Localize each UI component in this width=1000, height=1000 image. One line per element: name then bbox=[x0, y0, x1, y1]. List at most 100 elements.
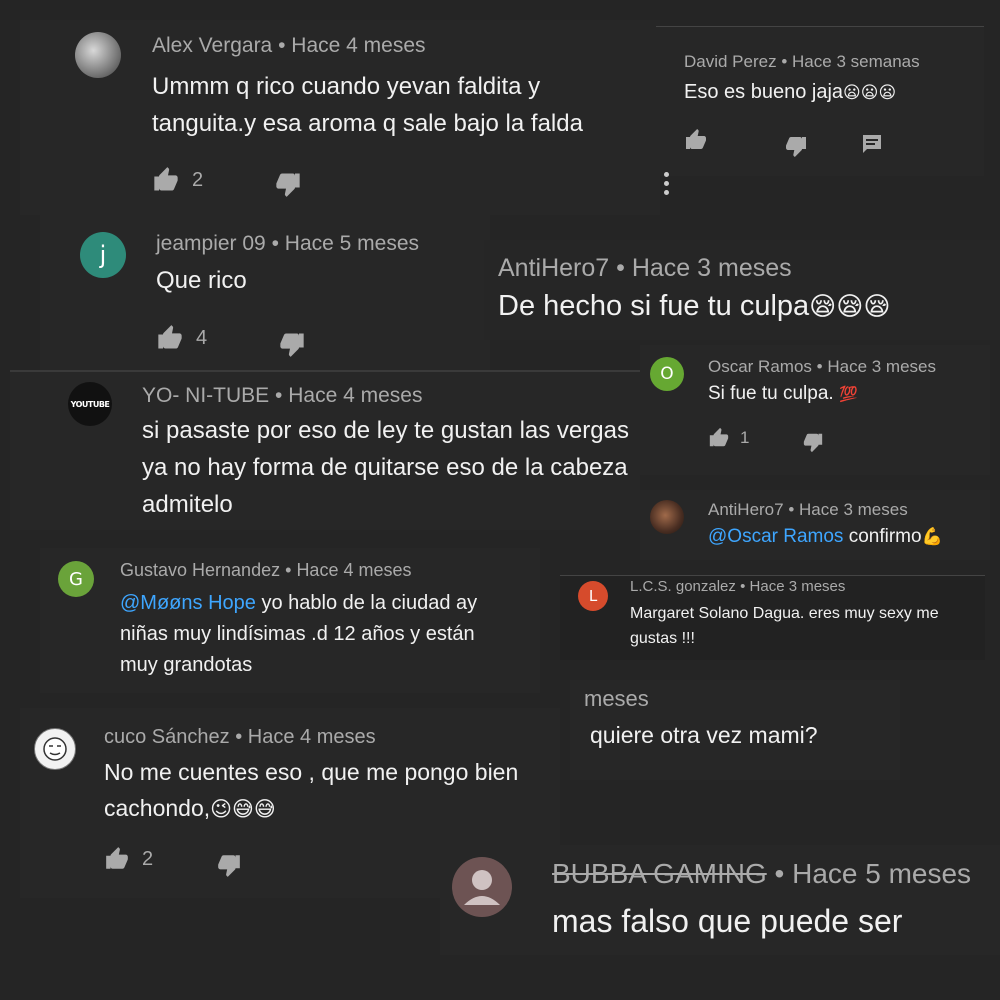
emoji: 😉😅😅 bbox=[210, 798, 276, 821]
avatar[interactable] bbox=[650, 500, 684, 534]
divider bbox=[10, 370, 640, 372]
timestamp: Hace 5 meses bbox=[792, 858, 972, 889]
comment-meta: AntiHero7 • Hace 3 meses bbox=[498, 254, 792, 283]
comment-meta: BUBBA GAMING • Hace 5 meses bbox=[552, 858, 971, 890]
comment-text: si pasaste por eso de ley te gustan las … bbox=[142, 417, 629, 518]
separator-dot: • bbox=[275, 384, 283, 407]
author-name[interactable]: cuco Sánchez bbox=[104, 726, 230, 748]
comment-card: j jeampier 09 • Hace 5 meses Que rico 4 bbox=[40, 212, 490, 372]
reply-button[interactable] bbox=[860, 132, 884, 156]
timestamp: Hace 4 meses bbox=[291, 34, 426, 57]
mention-link[interactable]: @Møøns Hope bbox=[120, 592, 256, 614]
person-avatar-icon bbox=[464, 870, 500, 905]
avatar[interactable]: O bbox=[650, 357, 684, 391]
author-name[interactable]: L.C.S. gonzalez bbox=[630, 578, 736, 595]
comment-text: @Oscar Ramos confirmo💪 bbox=[708, 526, 943, 547]
comment-card: BUBBA GAMING • Hace 5 meses mas falso qu… bbox=[440, 845, 1000, 955]
separator-dot: • bbox=[235, 726, 243, 748]
author-name[interactable]: Oscar Ramos bbox=[708, 357, 812, 376]
like-count: 2 bbox=[192, 168, 204, 191]
separator-dot: • bbox=[285, 560, 292, 580]
timestamp: Hace 3 meses bbox=[631, 254, 792, 282]
comment-text: Ummm q rico cuando yevan faldita y tangu… bbox=[152, 73, 583, 137]
dislike-button[interactable] bbox=[216, 852, 242, 878]
emoji: 😪😪😪 bbox=[809, 291, 891, 321]
like-count: 4 bbox=[196, 326, 208, 349]
avatar[interactable]: G bbox=[58, 561, 94, 597]
author-name[interactable]: AntiHero7 bbox=[498, 254, 609, 282]
comment-card: AntiHero7 • Hace 3 meses @Oscar Ramos co… bbox=[640, 490, 990, 560]
thumb-down-icon bbox=[784, 134, 808, 158]
author-name[interactable]: David Perez bbox=[684, 52, 777, 71]
avatar[interactable] bbox=[75, 32, 121, 78]
like-button[interactable]: 2 bbox=[104, 846, 153, 872]
avatar[interactable] bbox=[452, 857, 512, 917]
comment-card: David Perez • Hace 3 semanas Eso es buen… bbox=[656, 26, 984, 176]
thumb-down-icon bbox=[274, 170, 302, 198]
timestamp: Hace 3 semanas bbox=[792, 52, 920, 71]
timestamp: Hace 4 meses bbox=[296, 560, 412, 580]
avatar[interactable]: YOUTUBE bbox=[68, 382, 112, 426]
author-name[interactable]: jeampier 09 bbox=[156, 232, 266, 255]
like-button[interactable] bbox=[684, 128, 708, 152]
dislike-button[interactable] bbox=[274, 170, 302, 198]
comment-card: Alex Vergara • Hace 4 meses Ummm q rico … bbox=[20, 20, 660, 215]
thumb-down-icon bbox=[802, 431, 824, 453]
comment-meta: AntiHero7 • Hace 3 meses bbox=[708, 500, 908, 520]
avatar[interactable]: j bbox=[80, 232, 126, 278]
comment-meta: Alex Vergara • Hace 4 meses bbox=[152, 34, 426, 58]
author-name[interactable]: Gustavo Hernandez bbox=[120, 560, 280, 580]
separator-dot: • bbox=[774, 858, 785, 889]
thumb-up-icon bbox=[104, 846, 130, 872]
divider bbox=[656, 26, 984, 27]
more-vert-icon[interactable] bbox=[660, 170, 672, 198]
comment-text: mas falso que puede ser bbox=[552, 903, 903, 939]
comment-meta: Oscar Ramos • Hace 3 meses bbox=[708, 357, 936, 377]
comment-text: @Møøns Hope yo hablo de la ciudad ay niñ… bbox=[120, 592, 478, 676]
separator-dot: • bbox=[781, 52, 788, 71]
comment-card: O Oscar Ramos • Hace 3 meses Si fue tu c… bbox=[640, 345, 990, 475]
dislike-button[interactable] bbox=[802, 431, 824, 453]
like-button[interactable]: 1 bbox=[708, 427, 749, 449]
comment-meta: David Perez • Hace 3 semanas bbox=[684, 52, 920, 72]
comment-meta: jeampier 09 • Hace 5 meses bbox=[156, 232, 419, 256]
comment-text: De hecho si fue tu culpa😪😪😪 bbox=[498, 290, 891, 322]
comment-meta: YO- NI-TUBE • Hace 4 meses bbox=[142, 384, 422, 408]
avatar[interactable]: L bbox=[578, 581, 608, 611]
emoji: 😦😦😦 bbox=[843, 83, 897, 102]
timestamp: Hace 3 meses bbox=[749, 578, 846, 595]
dislike-button[interactable] bbox=[784, 134, 808, 158]
like-button[interactable]: 4 bbox=[156, 324, 207, 352]
comment-meta: Gustavo Hernandez • Hace 4 meses bbox=[120, 560, 412, 581]
separator-dot: • bbox=[271, 232, 279, 255]
dislike-button[interactable] bbox=[278, 330, 306, 358]
like-count: 2 bbox=[142, 847, 154, 870]
comment-text: quiere otra vez mami? bbox=[590, 722, 818, 748]
divider bbox=[560, 575, 985, 576]
comment-meta: L.C.S. gonzalez • Hace 3 meses bbox=[630, 578, 845, 595]
comment-icon bbox=[860, 132, 884, 156]
comment-card: YOUTUBE YO- NI-TUBE • Hace 4 meses si pa… bbox=[10, 370, 640, 530]
face-icon bbox=[43, 737, 67, 761]
thumb-up-icon bbox=[684, 128, 708, 152]
comment-meta: cuco Sánchez • Hace 4 meses bbox=[104, 726, 376, 749]
emoji: 💪 bbox=[921, 527, 943, 546]
timestamp: Hace 4 meses bbox=[247, 726, 376, 748]
timestamp: Hace 5 meses bbox=[284, 232, 420, 255]
comment-text: No me cuentes eso , que me pongo bien ca… bbox=[104, 759, 519, 821]
author-name[interactable]: BUBBA GAMING bbox=[552, 858, 767, 889]
timestamp: Hace 3 meses bbox=[799, 500, 908, 519]
mention-link[interactable]: @Oscar Ramos bbox=[708, 526, 843, 547]
separator-dot: • bbox=[740, 578, 746, 595]
avatar[interactable] bbox=[34, 728, 76, 770]
author-name[interactable]: YO- NI-TUBE bbox=[142, 384, 269, 407]
author-name[interactable]: AntiHero7 bbox=[708, 500, 784, 519]
like-button[interactable]: 2 bbox=[152, 166, 203, 194]
thumb-up-icon bbox=[708, 427, 730, 449]
thumb-down-icon bbox=[278, 330, 306, 358]
separator-dot: • bbox=[788, 500, 795, 519]
thumb-down-icon bbox=[216, 852, 242, 878]
comment-text: Margaret Solano Dagua. eres muy sexy me … bbox=[630, 605, 939, 647]
comment-card: G Gustavo Hernandez • Hace 4 meses @Møøn… bbox=[40, 548, 540, 693]
author-name[interactable]: Alex Vergara bbox=[152, 34, 272, 57]
